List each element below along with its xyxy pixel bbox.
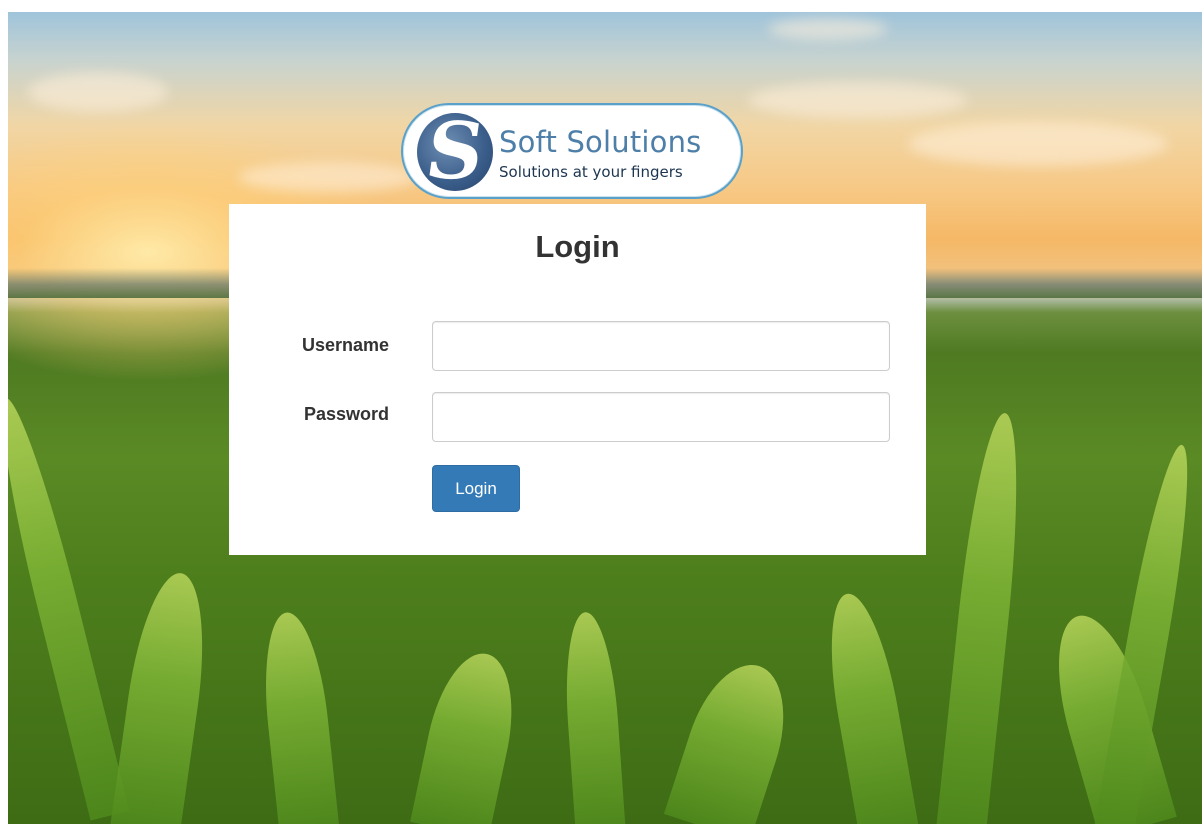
username-label: Username <box>301 335 389 355</box>
corn-leaf <box>663 652 803 824</box>
soft-solutions-s-logo-icon: S <box>417 113 493 191</box>
corn-leaf <box>817 588 919 824</box>
corn-leaf <box>560 610 626 824</box>
logo-mark-letter: S <box>420 113 490 191</box>
cloud <box>28 72 168 112</box>
username-input[interactable] <box>432 321 890 371</box>
soft-solutions-logo: S Soft Solutions Solutions at your finge… <box>401 103 743 199</box>
corn-leaf <box>410 645 526 824</box>
logo-tagline: Solutions at your fingers <box>499 163 683 181</box>
login-panel: Login Username Password Login <box>229 204 926 555</box>
login-button[interactable]: Login <box>432 465 520 512</box>
corn-leaf <box>256 609 340 824</box>
cloud <box>908 122 1168 166</box>
corn-leaf <box>936 410 1030 824</box>
password-label: Password <box>303 404 389 424</box>
corn-leaf <box>8 393 130 821</box>
login-title: Login <box>535 229 620 264</box>
cloud <box>768 18 888 40</box>
login-page: S Soft Solutions Solutions at your finge… <box>0 0 1202 824</box>
cloud <box>238 162 418 192</box>
cloud <box>748 82 968 118</box>
password-input[interactable] <box>432 392 890 442</box>
logo-title: Soft Solutions <box>499 125 702 159</box>
corn-leaf <box>110 568 216 824</box>
